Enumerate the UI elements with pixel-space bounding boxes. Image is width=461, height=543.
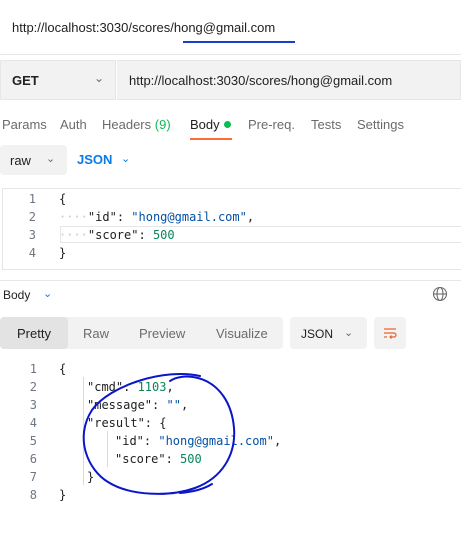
json-key: "message": [87, 398, 153, 412]
code-line: "score": 500: [115, 452, 202, 466]
tab-body[interactable]: Body: [190, 117, 220, 132]
url-text: http://localhost:3030/scores/hong@gmail.…: [129, 73, 393, 88]
line-number: 4: [28, 246, 36, 260]
line-number: 3: [28, 228, 36, 242]
indent-guide: [107, 431, 108, 467]
globe-icon[interactable]: [432, 286, 448, 302]
body-format-select[interactable]: JSON: [77, 152, 112, 167]
view-tab-visualize[interactable]: Visualize: [216, 326, 268, 341]
json-string: "hong@gmail.com": [158, 434, 274, 448]
code-line: {: [59, 192, 66, 206]
body-indicator-dot: [224, 121, 231, 128]
response-title[interactable]: Body: [3, 288, 30, 302]
line-number: 5: [29, 434, 37, 448]
line-number: 3: [29, 398, 37, 412]
json-string: "": [166, 398, 181, 412]
open-brace: {: [159, 416, 167, 430]
chevron-down-icon: ⌄: [46, 153, 56, 165]
json-key: "cmd": [87, 380, 124, 394]
open-brace: {: [59, 362, 67, 376]
code-line: "message": "",: [87, 398, 189, 412]
open-brace: {: [59, 192, 67, 206]
json-key: "result": [87, 416, 145, 430]
chevron-down-icon: ⌄: [94, 71, 105, 85]
active-tab-underline: [190, 138, 232, 140]
chevron-down-icon[interactable]: ⌄: [43, 287, 52, 300]
request-tab-title[interactable]: http://localhost:3030/scores/hong@gmail.…: [12, 20, 275, 35]
tab-underline: [183, 41, 295, 43]
indent-dots: ····: [59, 228, 88, 242]
divider: [0, 54, 461, 55]
line-number: 7: [29, 470, 37, 484]
divider: [0, 280, 461, 281]
json-number: 500: [180, 452, 202, 466]
tab-auth[interactable]: Auth: [60, 117, 87, 132]
tab-headers-label: Headers: [102, 117, 152, 132]
code-line: }: [59, 488, 66, 502]
tab-prereq[interactable]: Pre-req.: [248, 117, 295, 132]
method-label: GET: [12, 73, 39, 88]
json-key: "id": [87, 210, 117, 224]
line-number: 1: [28, 192, 36, 206]
json-number: 1103: [137, 380, 167, 394]
json-string: "hong@gmail.com": [131, 210, 247, 224]
view-tab-pretty[interactable]: Pretty: [17, 326, 51, 341]
body-mode-label: raw: [10, 153, 31, 168]
close-brace: }: [87, 470, 95, 484]
code-line: "cmd": 1103,: [87, 380, 174, 394]
indent-guide: [83, 377, 84, 485]
view-tab-preview[interactable]: Preview: [139, 326, 185, 341]
chevron-down-icon: ⌄: [121, 153, 131, 165]
code-line: "id": "hong@gmail.com",: [115, 434, 282, 448]
response-format-label: JSON: [301, 327, 334, 341]
tab-params[interactable]: Params: [2, 117, 47, 132]
view-tab-raw[interactable]: Raw: [83, 326, 109, 341]
close-brace: }: [59, 488, 67, 502]
line-number: 4: [29, 416, 37, 430]
tab-settings[interactable]: Settings: [357, 117, 404, 132]
tab-tests[interactable]: Tests: [311, 117, 341, 132]
tab-headers[interactable]: Headers (9): [102, 117, 171, 132]
headers-count-badge: (9): [154, 117, 171, 132]
line-number: 8: [29, 488, 37, 502]
line-number: 6: [29, 452, 37, 466]
line-number: 2: [29, 380, 37, 394]
json-number: 500: [152, 228, 175, 242]
line-number: 1: [29, 362, 37, 376]
code-line: {: [59, 362, 66, 376]
close-brace: }: [59, 246, 67, 260]
wrap-lines-icon: [384, 328, 397, 339]
code-line: }: [87, 470, 94, 484]
indent-dots: ····: [59, 210, 88, 224]
code-line: }: [59, 246, 66, 260]
json-key: "score": [87, 228, 139, 242]
code-line: ····"id": "hong@gmail.com",: [59, 210, 255, 224]
code-line: ····"score": 500: [59, 228, 175, 242]
line-number: 2: [28, 210, 36, 224]
chevron-down-icon: ⌄: [344, 327, 354, 339]
code-line: "result": {: [87, 416, 167, 430]
json-key: "score": [115, 452, 166, 466]
json-key: "id": [115, 434, 144, 448]
